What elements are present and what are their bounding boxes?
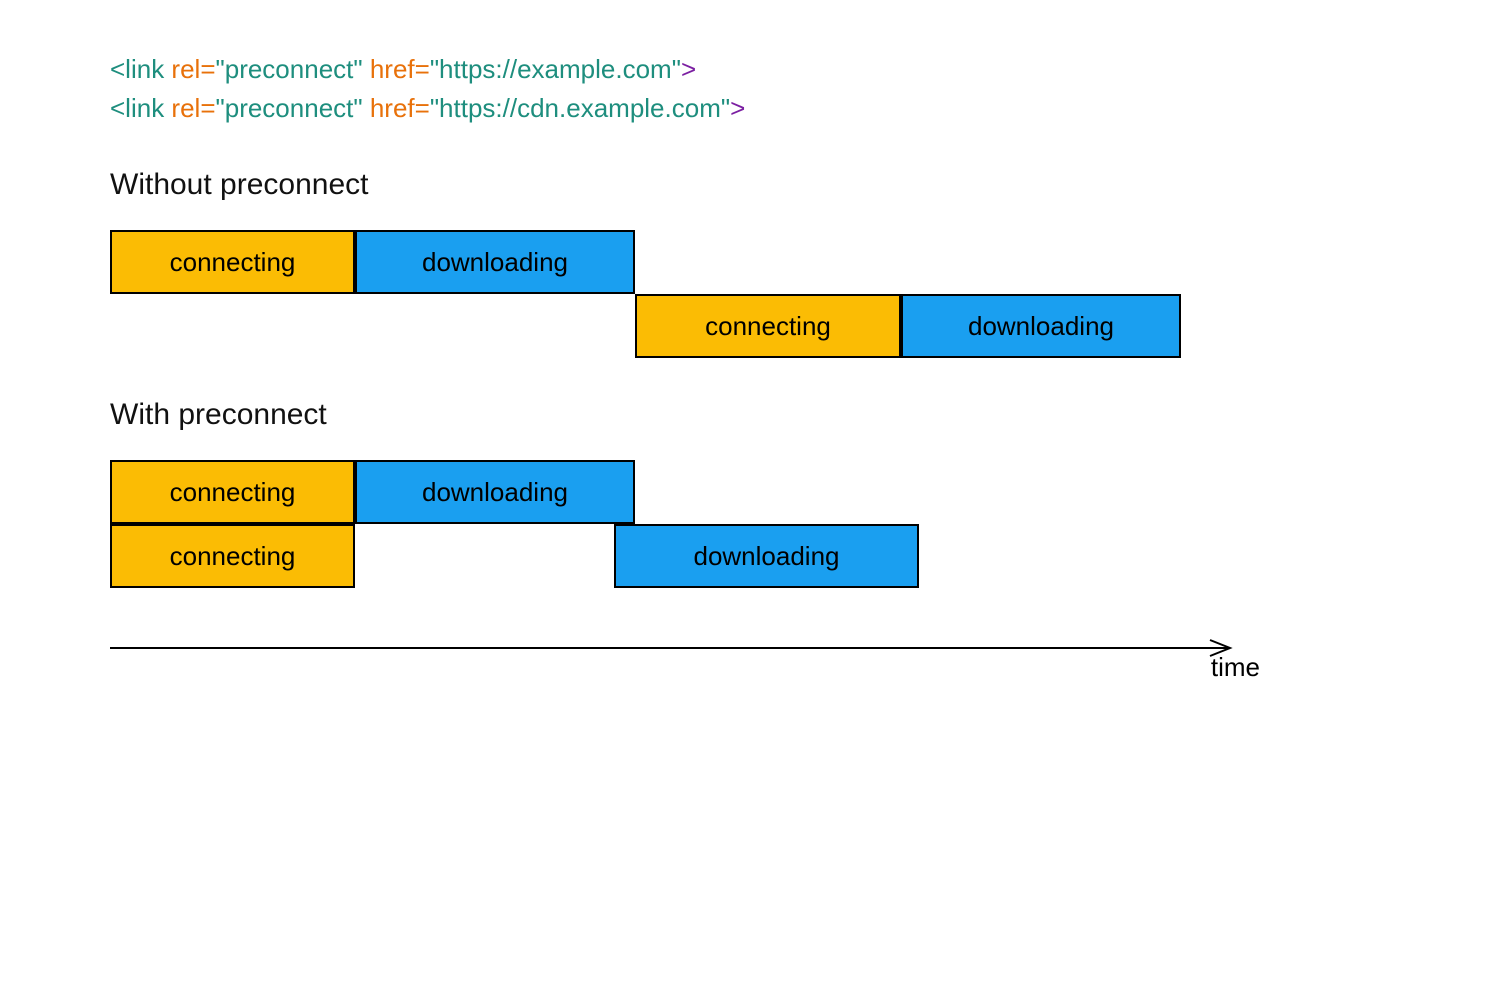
connecting-bar: connecting <box>110 230 355 294</box>
code-token: "preconnect" <box>216 54 370 84</box>
code-token: <link <box>110 93 171 123</box>
connecting-bar: connecting <box>110 524 355 588</box>
downloading-bar: downloading <box>355 460 635 524</box>
section-title-with: With preconnect <box>110 398 1378 432</box>
code-token: "preconnect" <box>216 93 370 123</box>
downloading-bar: downloading <box>901 294 1181 358</box>
downloading-bar: downloading <box>614 524 919 588</box>
code-token: "https://cdn.example.com" <box>430 93 730 123</box>
timeline-with: connectingdownloadingconnectingdownloadi… <box>110 460 1182 588</box>
code-token: <link <box>110 54 171 84</box>
timeline-row: connectingdownloading <box>110 230 1182 294</box>
timeline-row: connectingdownloading <box>110 460 1182 524</box>
code-line: <link rel="preconnect" href="https://cdn… <box>110 89 1378 128</box>
timeline-row: connecting downloading <box>110 524 1182 588</box>
code-token: > <box>730 93 745 123</box>
code-line: <link rel="preconnect" href="https://exa… <box>110 50 1378 89</box>
connecting-bar: connecting <box>110 460 355 524</box>
section-title-without: Without preconnect <box>110 168 1378 202</box>
timeline-row: connectingdownloading <box>110 294 1182 358</box>
code-block: <link rel="preconnect" href="https://exa… <box>110 50 1378 128</box>
connecting-bar: connecting <box>635 294 901 358</box>
time-axis: time <box>110 638 1220 667</box>
downloading-bar: downloading <box>355 230 635 294</box>
code-token: "https://example.com" <box>430 54 681 84</box>
timeline-without: connectingdownloadingconnectingdownloadi… <box>110 230 1182 358</box>
arrow-right-icon <box>110 638 1250 662</box>
code-token: rel= <box>171 54 215 84</box>
axis-label: time <box>1211 652 1260 683</box>
code-token: rel= <box>171 93 215 123</box>
code-token: href= <box>370 54 430 84</box>
code-token: href= <box>370 93 430 123</box>
code-token: > <box>681 54 696 84</box>
